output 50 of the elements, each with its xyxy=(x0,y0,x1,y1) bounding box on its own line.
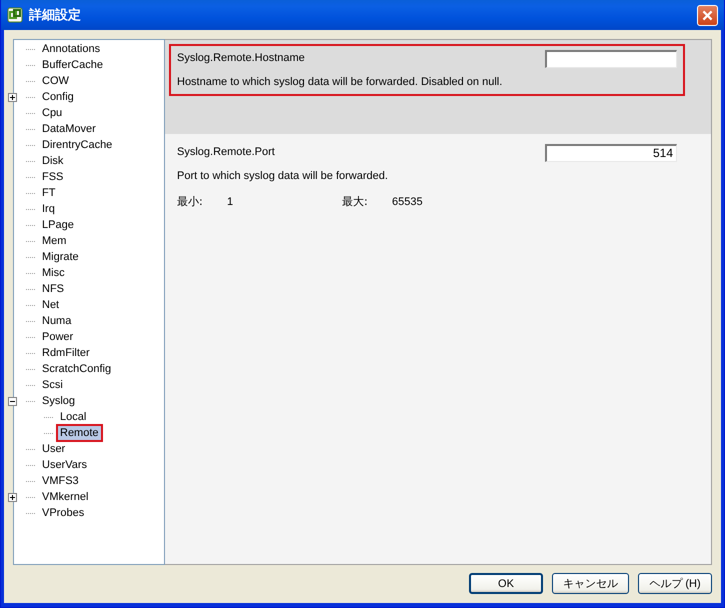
value-field[interactable]: 514 xyxy=(545,144,677,162)
close-button[interactable] xyxy=(697,4,718,26)
setting-name: Syslog.Remote.Port xyxy=(177,145,275,158)
min-value: 1 xyxy=(227,196,234,208)
tree-item[interactable]: Syslog xyxy=(40,394,78,408)
expand-icon[interactable] xyxy=(8,92,17,102)
tree-item[interactable]: DirentryCache xyxy=(40,138,114,152)
dialog-button[interactable]: ヘルプ (H) xyxy=(638,573,712,594)
dialog-button[interactable]: キャンセル xyxy=(552,573,629,594)
tree-item[interactable]: NFS xyxy=(40,282,66,296)
tree-item[interactable]: Local xyxy=(58,410,88,424)
tree-item[interactable]: ScratchConfig xyxy=(40,362,114,376)
setting-name: Syslog.Remote.Hostname xyxy=(177,51,305,64)
tree-item[interactable]: Config xyxy=(40,90,76,104)
setting-description: Hostname to which syslog data will be forwarded. Disabled on null. xyxy=(177,76,504,88)
dialog-button[interactable]: OK xyxy=(469,573,543,594)
min-label: 最小: xyxy=(177,194,204,209)
app-icon xyxy=(7,7,23,23)
tree-item[interactable]: RdmFilter xyxy=(40,346,92,360)
tree-item[interactable]: Disk xyxy=(40,154,66,168)
tree-item[interactable]: Mem xyxy=(40,234,68,248)
tree-item[interactable]: VMFS3 xyxy=(40,474,81,488)
value-field[interactable] xyxy=(545,50,677,68)
tree-item[interactable]: Remote xyxy=(58,426,101,440)
tree-item[interactable]: Irq xyxy=(40,202,57,216)
tree-item[interactable]: FT xyxy=(40,186,58,200)
tree-item[interactable]: FSS xyxy=(40,170,66,184)
tree-item[interactable]: Numa xyxy=(40,314,74,328)
tree-item[interactable]: Migrate xyxy=(40,250,81,264)
tree-item[interactable]: Scsi xyxy=(40,378,65,392)
tree-item[interactable]: DataMover xyxy=(40,122,98,136)
tree-item[interactable]: Misc xyxy=(40,266,67,280)
expand-icon[interactable] xyxy=(8,492,17,502)
max-value: 65535 xyxy=(392,196,424,208)
tree-item[interactable]: Annotations xyxy=(40,42,102,56)
setting-row[interactable]: Syslog.Remote.Hostname Hostname to which syslog data will be forwarded. Disabled on null. xyxy=(165,40,711,134)
tree-item[interactable]: Net xyxy=(40,298,62,312)
window-title: 詳細設定 xyxy=(29,6,82,24)
tree-item[interactable]: Cpu xyxy=(40,106,64,120)
collapse-icon[interactable] xyxy=(8,396,17,406)
tree-item[interactable]: BufferCache xyxy=(40,58,105,72)
tree-item[interactable]: COW xyxy=(40,74,71,88)
tree-item[interactable]: VMkernel xyxy=(40,490,90,504)
tree-item[interactable]: UserVars xyxy=(40,458,90,472)
tree-item[interactable]: VProbes xyxy=(40,506,86,520)
tree-item[interactable]: Power xyxy=(40,330,76,344)
tree-item[interactable]: User xyxy=(40,442,68,456)
max-label: 最大: xyxy=(342,194,369,209)
tree-item[interactable]: LPage xyxy=(40,218,76,232)
setting-description: Port to which syslog data will be forwarded. xyxy=(177,170,389,182)
